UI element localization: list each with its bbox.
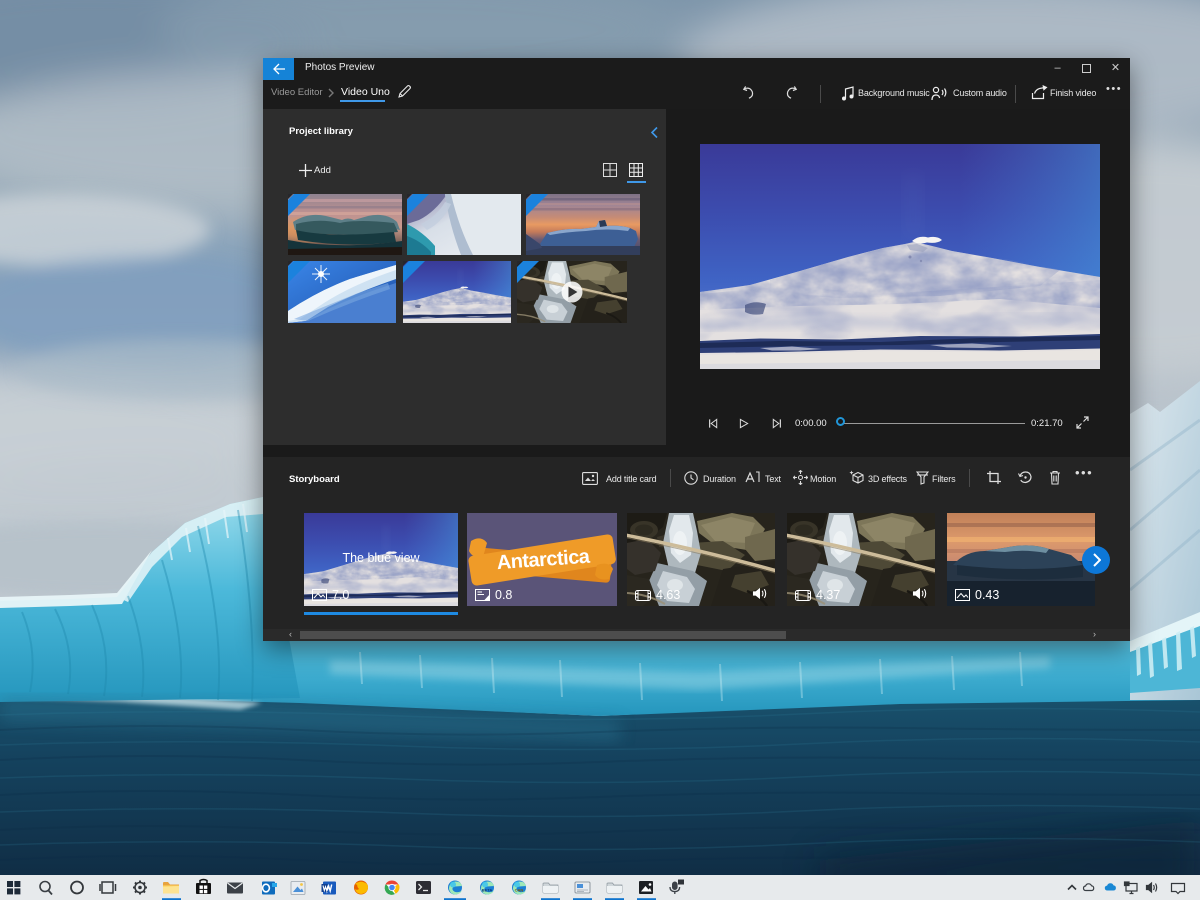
svg-text:BETA: BETA — [482, 888, 493, 893]
svg-text:CAN: CAN — [515, 888, 524, 893]
